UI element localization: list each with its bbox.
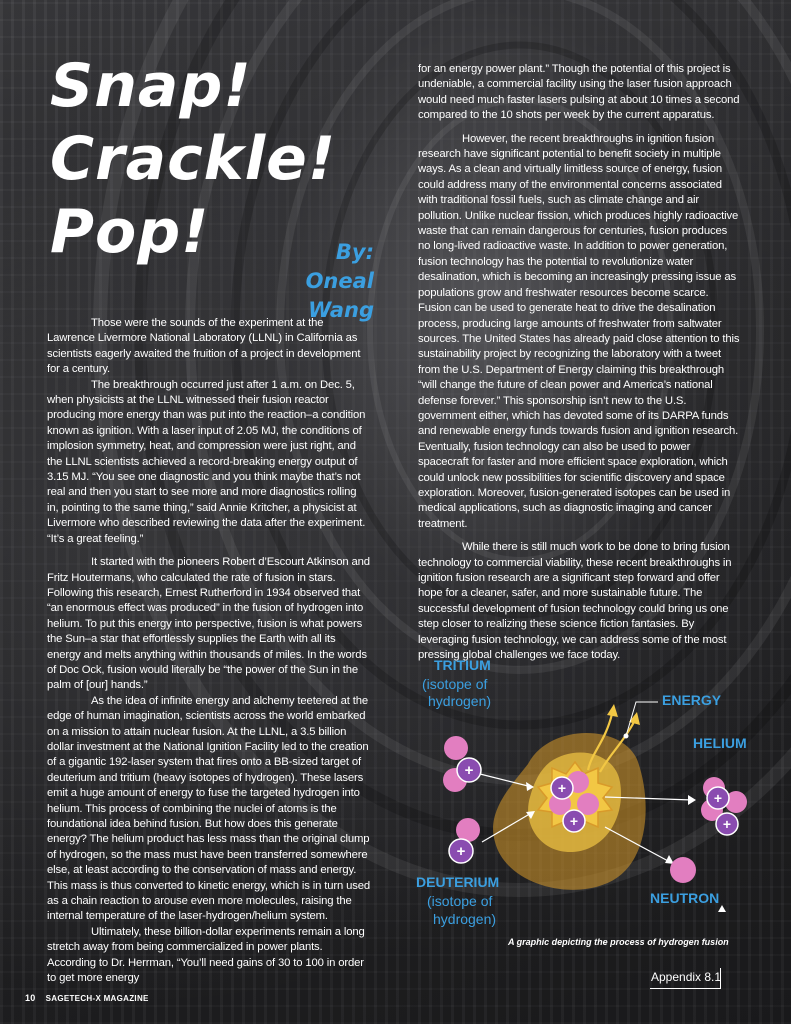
diagram-caption: A graphic depicting the process of hydro… <box>508 937 729 947</box>
paragraph-continuation: for an energy power plant.” Though the p… <box>418 63 740 122</box>
tritium-label: TRITIUM <box>434 657 491 673</box>
helium-label: HELIUM <box>693 735 747 751</box>
magazine-page: Snap! Crackle! Pop! By: Oneal Wang Those… <box>0 0 791 1024</box>
title-line-2: Crackle! <box>50 124 337 194</box>
paragraph: Ultimately, these billion-dollar experim… <box>47 925 365 985</box>
plus-icon: + <box>714 790 722 806</box>
paragraph: While there is still much work to be don… <box>418 541 732 662</box>
energy-leader-line <box>625 701 658 737</box>
left-column: Those were the sounds of the experiment … <box>47 316 370 986</box>
neutron-particle <box>670 857 696 883</box>
deuterium-sublabel-1: (isotope of <box>427 893 492 909</box>
energy-arrow-head <box>607 704 618 717</box>
paragraph: Those were the sounds of the experiment … <box>47 317 361 376</box>
paragraph: As the idea of infinite energy and alche… <box>47 694 370 923</box>
plus-icon: + <box>570 813 578 829</box>
article-title: Snap! Crackle! Pop! <box>50 50 336 269</box>
plus-icon: + <box>723 816 731 832</box>
right-column: for an energy power plant.” Though the p… <box>418 62 741 663</box>
plus-icon: + <box>465 762 474 779</box>
neutron-particle <box>444 736 468 760</box>
appendix-bracket-horizontal <box>650 988 721 989</box>
page-folio: 10 SAGETECH-X MAGAZINE <box>25 993 149 1003</box>
caption-marker-icon <box>718 905 726 912</box>
helium-arrow-head <box>688 795 696 805</box>
neutron-label: NEUTRON <box>650 890 719 906</box>
byline-line-1: By: Oneal <box>305 240 374 293</box>
fusion-diagram: TRITIUM (isotope of hydrogen) ENERGY HEL… <box>416 657 747 927</box>
energy-leader-dot <box>623 733 629 739</box>
byline: By: Oneal Wang <box>262 238 374 325</box>
tritium-sublabel-1: (isotope of <box>422 676 487 692</box>
title-line-1: Snap! <box>50 51 252 121</box>
paragraph: It started with the pioneers Robert d’Es… <box>47 556 370 692</box>
magazine-name: SAGETECH-X MAGAZINE <box>45 994 149 1003</box>
page-number: 10 <box>25 993 36 1003</box>
energy-label: ENERGY <box>662 692 722 708</box>
plus-icon: + <box>457 843 466 860</box>
tritium-sublabel-2: hydrogen) <box>428 693 491 709</box>
paragraph: The breakthrough occurred just after 1 a… <box>47 378 366 545</box>
paragraph: However, the recent breakthroughs in ign… <box>418 132 740 530</box>
appendix-bracket-vertical <box>720 968 721 988</box>
plus-icon: + <box>558 780 566 796</box>
deuterium-sublabel-2: hydrogen) <box>433 911 496 927</box>
appendix-label: Appendix 8.1 <box>651 970 722 984</box>
deuterium-label: DEUTERIUM <box>416 874 499 890</box>
